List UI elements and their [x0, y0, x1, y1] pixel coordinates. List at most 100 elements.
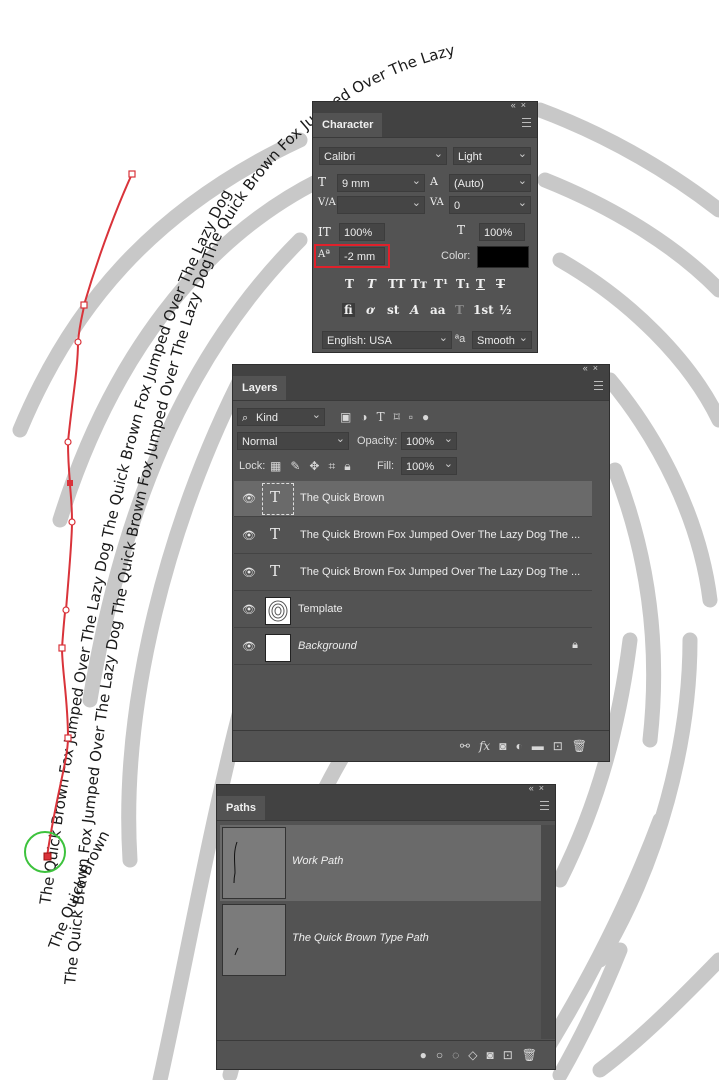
load-selection-icon[interactable]: ◌: [452, 1048, 459, 1062]
template-thumbnail: [265, 597, 291, 625]
stroke-path-icon[interactable]: ○: [436, 1048, 443, 1062]
panel-menu-icon[interactable]: [540, 801, 549, 810]
fx-icon[interactable]: fx: [479, 739, 490, 753]
language-select[interactable]: English: USA: [322, 329, 452, 349]
layer-row[interactable]: 👁︎ T The Quick Brown Fox Jumped Over The…: [234, 555, 592, 591]
leading-field[interactable]: (Auto): [449, 172, 531, 192]
link-icon[interactable]: ⚯: [460, 739, 470, 753]
visibility-eye-icon[interactable]: 👁︎: [242, 492, 256, 505]
new-path-icon[interactable]: ⊡: [503, 1048, 513, 1062]
ligatures-button[interactable]: fi: [342, 303, 355, 317]
mask-icon[interactable]: ◙: [486, 1048, 493, 1062]
path-row-selected[interactable]: Work Path: [220, 825, 542, 901]
layer-row[interactable]: 👁︎ Template: [234, 592, 592, 628]
tab-character[interactable]: Character: [313, 113, 383, 137]
all-caps-button[interactable]: TT: [388, 277, 405, 291]
layer-row-selected[interactable]: 👁︎ T The Quick Brown: [234, 481, 592, 517]
layer-name: The Quick Brown Fox Jumped Over The Lazy…: [300, 566, 581, 578]
color-label: Color:: [441, 250, 471, 262]
antialias-icon: ªa: [455, 333, 466, 345]
path-row[interactable]: The Quick Brown Type Path: [220, 902, 542, 978]
tab-paths[interactable]: Paths: [217, 796, 265, 820]
titling-alternates-button[interactable]: T: [455, 303, 464, 317]
shape-filter-icon[interactable]: ⌑: [394, 410, 400, 424]
collapse-close-controls[interactable]: «×: [511, 100, 531, 110]
blend-mode-select[interactable]: Normal: [237, 430, 349, 450]
font-size-icon: T: [318, 175, 327, 189]
path-name: The Quick Brown Type Path: [292, 932, 429, 944]
collapse-close-controls[interactable]: «×: [583, 363, 603, 373]
pixel-filter-icon[interactable]: ▣: [340, 410, 351, 424]
new-layer-icon[interactable]: ⊡: [553, 739, 563, 753]
lock-artboard-icon[interactable]: ⌗: [328, 459, 335, 473]
swash-button[interactable]: A: [410, 303, 419, 317]
underline-button[interactable]: T: [476, 277, 485, 291]
filter-toggle-icon[interactable]: ●: [422, 410, 429, 424]
panel-titlebar[interactable]: «×: [233, 363, 609, 376]
subscript-button[interactable]: T₁: [456, 277, 470, 291]
adjustment-layer-icon[interactable]: ◐: [515, 739, 522, 753]
stylistic-alternates-button[interactable]: aa: [430, 303, 446, 317]
baseline-shift-field[interactable]: -2 mm: [339, 247, 385, 265]
layer-row[interactable]: 👁︎ T The Quick Brown Fox Jumped Over The…: [234, 518, 592, 554]
visibility-eye-icon[interactable]: 👁︎: [242, 566, 256, 579]
smart-object-filter-icon[interactable]: ▫: [409, 410, 413, 424]
visibility-eye-icon[interactable]: 👁︎: [242, 640, 256, 653]
panel-menu-icon[interactable]: [522, 118, 531, 127]
layer-name: The Quick Brown Fox Jumped Over The Lazy…: [300, 529, 581, 541]
layer-row[interactable]: 👁︎ Background 🔒︎: [234, 629, 592, 665]
panel-menu-icon[interactable]: [594, 381, 603, 390]
fill-label: Fill:: [377, 460, 395, 472]
ordinals-button[interactable]: 1st: [473, 303, 494, 317]
collapse-close-controls[interactable]: «×: [529, 783, 549, 793]
layer-name: Template: [298, 603, 343, 615]
faux-italic-button[interactable]: T: [367, 277, 376, 291]
text-layer-icon: T: [270, 525, 281, 543]
fractions-button[interactable]: ½: [499, 303, 512, 317]
paths-footer: ● ○ ◌ ◇ ◙ ⊡ 🗑︎: [217, 1040, 555, 1069]
color-swatch[interactable]: [477, 246, 529, 268]
lock-all-icon[interactable]: 🔒︎: [344, 459, 350, 473]
background-thumbnail: [265, 634, 291, 662]
lock-image-icon[interactable]: ✎: [290, 459, 300, 473]
horizontal-scale-field[interactable]: 100%: [479, 223, 525, 241]
old-style-button[interactable]: ơ: [366, 303, 374, 317]
font-family-select[interactable]: Calibri: [319, 145, 447, 165]
superscript-button[interactable]: T¹: [434, 277, 448, 291]
tracking-field[interactable]: 0: [449, 194, 531, 214]
panel-titlebar[interactable]: «×: [313, 100, 537, 113]
fill-field[interactable]: 100%: [401, 455, 457, 475]
faux-bold-button[interactable]: T: [345, 277, 354, 291]
opacity-field[interactable]: 100%: [401, 430, 457, 450]
font-size-field[interactable]: 9 mm: [337, 172, 425, 192]
character-panel: «× Character Calibri Light T 9 mm A (Aut…: [312, 100, 538, 353]
layers-footer-icons: ⚯ fx ◙ ◐ ▬ ⊡ 🗑︎: [451, 739, 587, 753]
kerning-field[interactable]: [337, 194, 425, 214]
small-caps-button[interactable]: Tт: [411, 277, 427, 291]
adjustment-filter-icon[interactable]: ◑: [360, 410, 367, 424]
antialias-select[interactable]: Smooth: [472, 329, 532, 349]
lock-transparent-icon[interactable]: ▦: [270, 459, 281, 473]
discretionary-ligatures-button[interactable]: st: [387, 303, 399, 317]
layer-filter-label: Kind: [256, 412, 279, 424]
font-style-select[interactable]: Light: [453, 145, 531, 165]
visibility-eye-icon[interactable]: 👁︎: [242, 603, 256, 616]
make-work-path-icon[interactable]: ◇: [468, 1048, 477, 1062]
type-filter-icon[interactable]: T: [377, 410, 385, 424]
trash-icon[interactable]: 🗑︎: [572, 739, 587, 753]
layer-filter-select[interactable]: ⌕ Kind: [237, 406, 325, 426]
strikethrough-button[interactable]: T: [496, 277, 505, 291]
layers-panel: «× Layers ⌕ Kind ▣◑T⌑▫● Normal Opacity: …: [232, 363, 610, 762]
baseline-shift-icon: Aª: [318, 249, 330, 260]
panel-titlebar[interactable]: «×: [217, 783, 555, 796]
lock-position-icon[interactable]: ✥: [309, 459, 319, 473]
search-icon: ⌕: [242, 412, 249, 424]
paths-scrollbar[interactable]: [541, 825, 555, 1039]
visibility-eye-icon[interactable]: 👁︎: [242, 529, 256, 542]
folder-icon[interactable]: ▬: [532, 739, 544, 753]
mask-icon[interactable]: ◙: [499, 739, 506, 753]
fill-path-icon[interactable]: ●: [420, 1048, 427, 1062]
trash-icon[interactable]: 🗑︎: [522, 1048, 537, 1062]
vertical-scale-field[interactable]: 100%: [339, 223, 385, 241]
tab-layers[interactable]: Layers: [233, 376, 287, 400]
